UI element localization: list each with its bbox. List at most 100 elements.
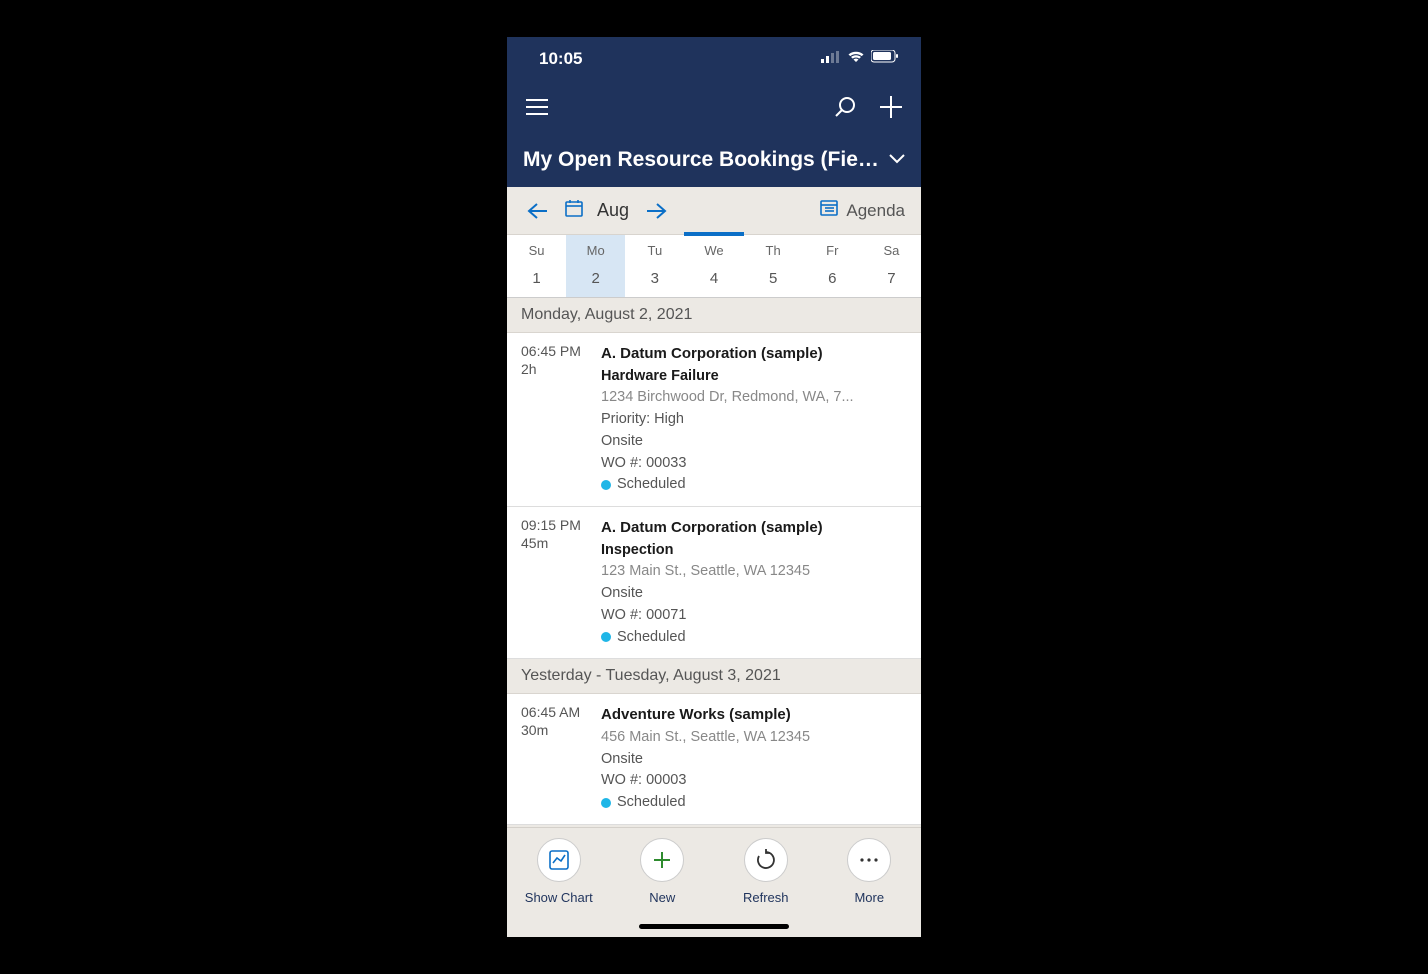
booking-card[interactable]: 09:15 PM 45m A. Datum Corporation (sample)… [507, 507, 921, 659]
day-num: 1 [507, 270, 566, 287]
day-num: 7 [862, 270, 921, 287]
card-address: 123 Main St., Seattle, WA 12345 [601, 561, 907, 583]
day-col-tu[interactable]: Tu 3 [625, 235, 684, 297]
card-body: Adventure Works (sample)456 Main St., Se… [601, 704, 907, 814]
bottom-bar: Show Chart New Refresh More [507, 827, 921, 937]
plus-icon [640, 838, 684, 882]
chart-icon [537, 838, 581, 882]
card-duration: 45m [521, 535, 581, 551]
day-col-we[interactable]: We 4 [684, 235, 743, 297]
phone-frame: 10:05 My Open Resource Bookings (Fiel... [507, 37, 921, 937]
refresh-button[interactable]: Refresh [721, 838, 811, 937]
day-num: 3 [625, 270, 684, 287]
card-subtitle: Hardware Failure [601, 366, 907, 388]
card-wo: WO #: 00003 [601, 770, 907, 792]
agenda-view-button[interactable]: Agenda [820, 200, 905, 221]
card-body: A. Datum Corporation (sample)Hardware Fa… [601, 343, 907, 496]
show-chart-button[interactable]: Show Chart [514, 838, 604, 937]
day-col-mo[interactable]: Mo 2 [566, 235, 625, 297]
day-num: 6 [803, 270, 862, 287]
view-title: My Open Resource Bookings (Fiel... [523, 148, 879, 172]
view-title-bar[interactable]: My Open Resource Bookings (Fiel... [507, 133, 921, 187]
nav-bar [507, 81, 921, 133]
card-title: Adventure Works (sample) [601, 704, 907, 727]
card-address: 1234 Birchwood Dr, Redmond, WA, 7... [601, 387, 907, 409]
status-dot-icon [601, 632, 611, 642]
card-status-row: Scheduled [601, 792, 907, 814]
day-name: Su [507, 243, 566, 258]
day-name: Mo [566, 243, 625, 258]
card-duration: 30m [521, 722, 581, 738]
card-subtitle: Inspection [601, 540, 907, 562]
next-month-icon[interactable] [643, 197, 671, 225]
section-header: Monday, August 2, 2021 [507, 298, 921, 333]
card-wo: WO #: 00033 [601, 453, 907, 475]
day-col-sa[interactable]: Sa 7 [862, 235, 921, 297]
home-indicator[interactable] [639, 924, 789, 929]
card-status: Scheduled [617, 474, 686, 496]
more-button[interactable]: More [824, 838, 914, 937]
day-name: We [684, 243, 743, 258]
add-icon[interactable] [877, 93, 905, 121]
card-location: Onsite [601, 749, 907, 771]
status-dot-icon [601, 798, 611, 808]
refresh-icon [744, 838, 788, 882]
new-button[interactable]: New [617, 838, 707, 937]
new-label: New [649, 890, 675, 905]
day-num: 2 [566, 270, 625, 287]
search-icon[interactable] [831, 93, 859, 121]
status-dot-icon [601, 480, 611, 490]
card-time-col: 09:15 PM 45m [521, 517, 581, 648]
card-status-row: Scheduled [601, 474, 907, 496]
card-address: 456 Main St., Seattle, WA 12345 [601, 727, 907, 749]
agenda-label: Agenda [846, 201, 905, 221]
wifi-icon [847, 50, 865, 68]
menu-icon[interactable] [523, 93, 551, 121]
week-strip: Su 1Mo 2Tu 3We 4Th 5Fr 6Sa 7 [507, 235, 921, 298]
day-name: Tu [625, 243, 684, 258]
card-status-row: Scheduled [601, 627, 907, 649]
booking-card[interactable]: 06:45 AM 30m Adventure Works (sample)456 M… [507, 694, 921, 825]
card-duration: 2h [521, 361, 581, 377]
bookings-list: Monday, August 2, 2021 06:45 PM 2h A. Datum… [507, 298, 921, 825]
day-name: Fr [803, 243, 862, 258]
calendar-icon[interactable] [565, 199, 583, 222]
refresh-label: Refresh [743, 890, 789, 905]
booking-card[interactable]: 06:45 PM 2h A. Datum Corporation (sample)H… [507, 333, 921, 507]
card-time: 09:15 PM [521, 517, 581, 533]
month-label[interactable]: Aug [597, 200, 629, 221]
more-label: More [854, 890, 884, 905]
signal-icon [821, 50, 841, 68]
month-bar: Aug Agenda [507, 187, 921, 235]
card-location: Onsite [601, 583, 907, 605]
agenda-icon [820, 200, 838, 221]
card-priority: Priority: High [601, 409, 907, 431]
status-bar: 10:05 [507, 37, 921, 81]
card-status: Scheduled [617, 627, 686, 649]
card-time-col: 06:45 PM 2h [521, 343, 581, 496]
card-time: 06:45 AM [521, 704, 581, 720]
card-location: Onsite [601, 431, 907, 453]
day-name: Sa [862, 243, 921, 258]
battery-icon [871, 50, 899, 68]
card-wo: WO #: 00071 [601, 605, 907, 627]
day-col-th[interactable]: Th 5 [744, 235, 803, 297]
chevron-down-icon [889, 151, 905, 169]
day-num: 5 [744, 270, 803, 287]
card-body: A. Datum Corporation (sample)Inspection1… [601, 517, 907, 648]
card-status: Scheduled [617, 792, 686, 814]
day-num: 4 [684, 270, 743, 287]
status-icons [821, 50, 899, 68]
status-time: 10:05 [539, 49, 582, 69]
card-time: 06:45 PM [521, 343, 581, 359]
card-title: A. Datum Corporation (sample) [601, 517, 907, 540]
day-name: Th [744, 243, 803, 258]
card-time-col: 06:45 AM 30m [521, 704, 581, 814]
day-col-su[interactable]: Su 1 [507, 235, 566, 297]
day-col-fr[interactable]: Fr 6 [803, 235, 862, 297]
prev-month-icon[interactable] [523, 197, 551, 225]
show-chart-label: Show Chart [525, 890, 593, 905]
section-header: Yesterday - Tuesday, August 3, 2021 [507, 659, 921, 694]
card-title: A. Datum Corporation (sample) [601, 343, 907, 366]
more-icon [847, 838, 891, 882]
